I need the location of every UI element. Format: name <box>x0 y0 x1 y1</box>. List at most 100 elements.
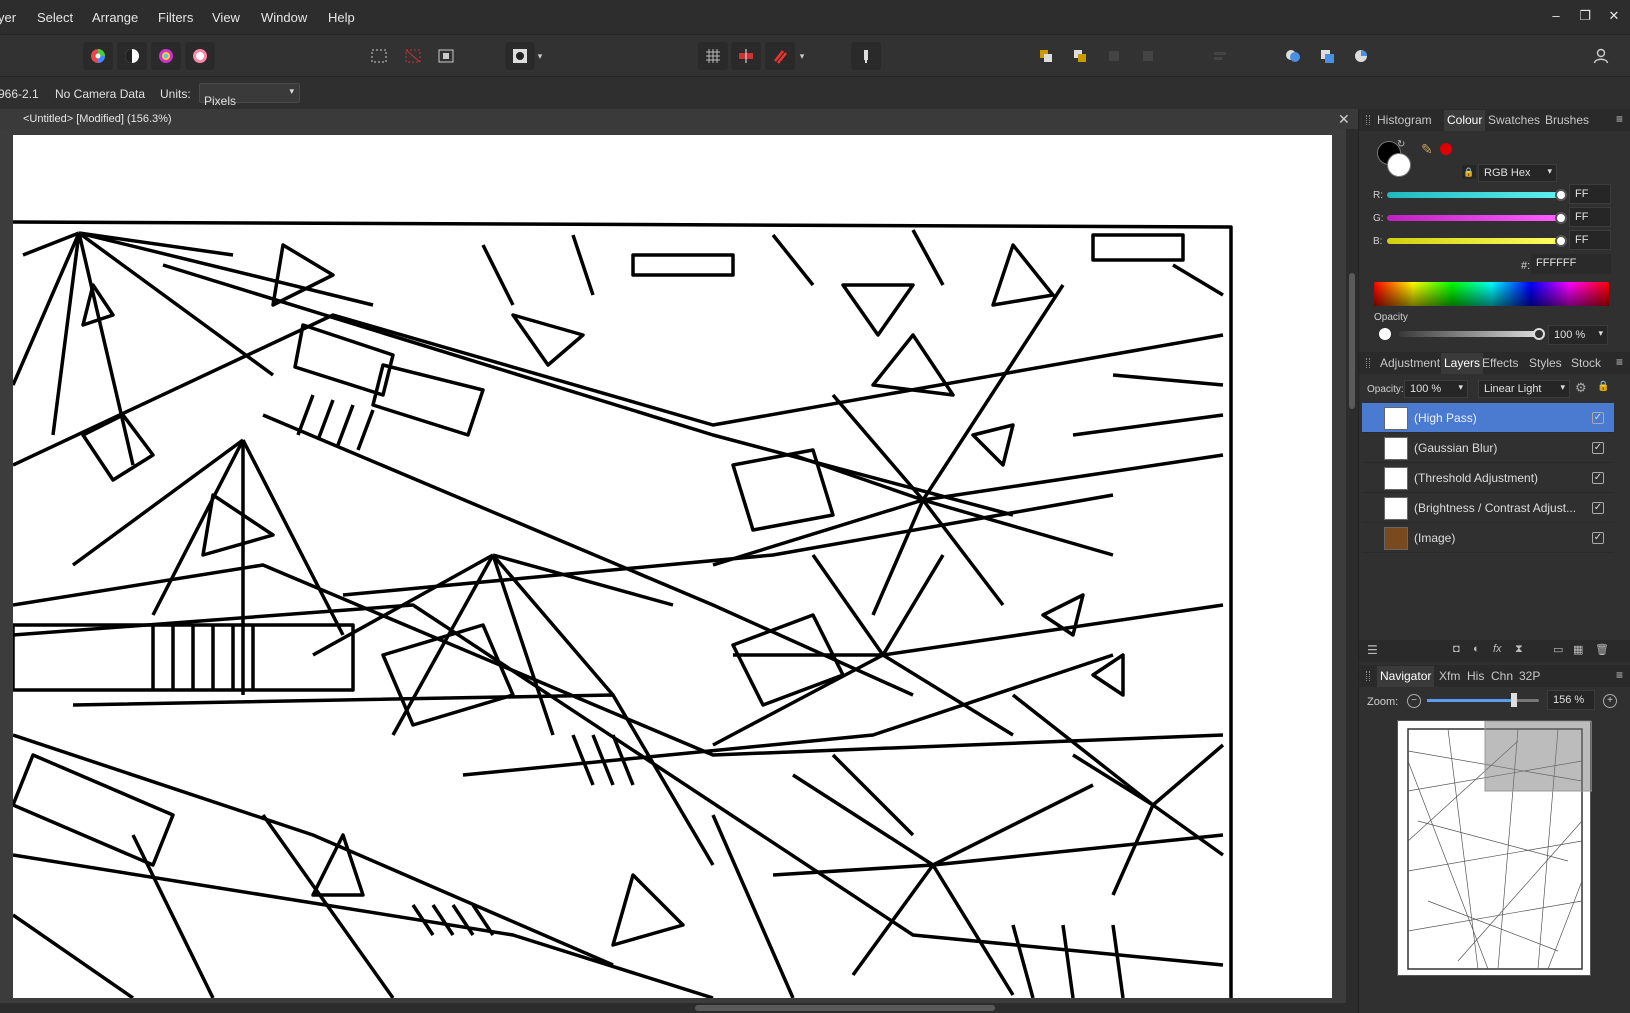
tab-adjustment[interactable]: Adjustment <box>1380 356 1440 370</box>
menu-filters[interactable]: Filters <box>158 10 193 25</box>
tab-xfm[interactable]: Xfm <box>1439 669 1460 683</box>
hex-value-field[interactable]: FFFFFF <box>1531 254 1611 274</box>
vertical-scroll-thumb[interactable] <box>1349 273 1355 409</box>
white-balance-button[interactable] <box>185 42 215 70</box>
arrange-front-button[interactable] <box>1065 42 1095 70</box>
boolean-subtract-button[interactable] <box>1312 42 1342 70</box>
panel-menu-icon[interactable]: ≡ <box>1616 112 1623 126</box>
tab-stock[interactable]: Stock <box>1571 356 1601 370</box>
folder-icon[interactable]: ▭ <box>1553 643 1563 656</box>
channel-g-knob[interactable] <box>1555 212 1567 224</box>
opacity-slider[interactable] <box>1399 331 1539 337</box>
horizontal-scrollbar[interactable] <box>0 1003 1358 1013</box>
blend-mode-select[interactable]: Linear Light ▾ <box>1478 380 1570 398</box>
tab-navigator[interactable]: Navigator <box>1377 666 1435 687</box>
layer-visibility-checkbox[interactable]: ✓ <box>1592 412 1604 424</box>
vertical-scrollbar[interactable] <box>1346 129 1358 1003</box>
units-select[interactable]: Pixels ▾ <box>199 83 300 108</box>
mask-dropdown-button[interactable]: ▾ <box>533 42 547 70</box>
account-button[interactable] <box>1586 42 1616 70</box>
layer-row[interactable]: (Brightness / Contrast Adjust... ✓ <box>1362 493 1614 523</box>
boolean-intersect-button[interactable] <box>1346 42 1376 70</box>
document-tab[interactable]: <Untitled> [Modified] (156.3%) ✕ <box>0 109 1358 129</box>
boolean-add-button[interactable] <box>1278 42 1308 70</box>
channel-r-value[interactable]: FF <box>1569 184 1611 204</box>
colour-mode-select[interactable]: RGB Hex ▾ <box>1478 164 1557 182</box>
swap-colours-icon[interactable]: ↻ <box>1397 139 1405 150</box>
new-layer-icon[interactable]: ▦ <box>1573 643 1583 656</box>
tab-colour[interactable]: Colour <box>1444 110 1486 131</box>
layers-stack-icon[interactable]: ☰ <box>1367 643 1378 657</box>
adjustment-layer-icon[interactable]: ◐ <box>1473 643 1480 655</box>
canvas-document[interactable] <box>13 135 1332 998</box>
zoom-out-icon[interactable]: − <box>1407 694 1421 708</box>
channel-g-value[interactable]: FF <box>1569 207 1611 227</box>
mask-button[interactable] <box>505 42 535 70</box>
close-window-button[interactable]: ✕ <box>1603 8 1625 26</box>
lock-layer-icon[interactable]: 🔒 <box>1597 381 1609 392</box>
tab-chn[interactable]: Chn <box>1491 669 1513 683</box>
opacity-knob[interactable] <box>1533 328 1545 340</box>
tab-his[interactable]: His <box>1467 669 1484 683</box>
arrange-backward-button[interactable] <box>1133 42 1163 70</box>
channel-b-value[interactable]: FF <box>1569 230 1611 250</box>
minimize-button[interactable]: – <box>1545 8 1567 26</box>
panel-menu-icon[interactable]: ≡ <box>1616 355 1623 369</box>
contrast-button[interactable] <box>117 42 147 70</box>
zoom-slider-knob[interactable] <box>1511 693 1518 707</box>
hue-button[interactable] <box>151 42 181 70</box>
snapping-button[interactable] <box>765 42 795 70</box>
panel-grip-icon[interactable] <box>1366 115 1370 125</box>
layer-row[interactable]: (High Pass) ✓ <box>1362 403 1614 433</box>
snapping-dropdown-button[interactable]: ▾ <box>795 42 809 70</box>
layer-visibility-checkbox[interactable]: ✓ <box>1592 502 1604 514</box>
panel-grip-icon[interactable] <box>1366 358 1370 368</box>
gear-icon[interactable]: ⚙ <box>1575 380 1587 396</box>
channel-g-slider[interactable] <box>1387 215 1561 221</box>
fx-icon[interactable]: fx <box>1493 643 1502 655</box>
opacity-value[interactable]: 100 % ▾ <box>1548 325 1608 345</box>
navigator-preview[interactable] <box>1397 720 1593 976</box>
restore-button[interactable]: ❐ <box>1574 8 1596 26</box>
pen-tool-button[interactable] <box>851 42 881 70</box>
tab-32p[interactable]: 32P <box>1519 669 1540 683</box>
layer-row[interactable]: (Image) ✓ <box>1362 523 1614 553</box>
menu-window[interactable]: Window <box>261 10 307 25</box>
tab-swatches[interactable]: Swatches <box>1488 113 1540 127</box>
layer-opacity-select[interactable]: 100 % ▾ <box>1404 380 1468 398</box>
lock-icon[interactable]: 🔒 <box>1462 165 1476 179</box>
channel-b-knob[interactable] <box>1555 235 1567 247</box>
secondary-colour-swatch[interactable] <box>1387 153 1411 177</box>
trash-icon[interactable]: 🗑 <box>1595 643 1609 656</box>
colour-spectrum[interactable] <box>1374 282 1609 306</box>
channel-r-knob[interactable] <box>1555 189 1567 201</box>
tab-histogram[interactable]: Histogram <box>1377 113 1432 127</box>
grid-button[interactable] <box>698 42 728 70</box>
panel-grip-icon[interactable] <box>1366 671 1370 681</box>
colour-swatch-group[interactable]: ↻ <box>1377 139 1413 177</box>
arrange-forward-button[interactable] <box>1099 42 1129 70</box>
horizontal-scroll-thumb[interactable] <box>695 1005 995 1011</box>
deselect-button[interactable] <box>398 42 428 70</box>
panel-menu-icon[interactable]: ≡ <box>1616 668 1623 682</box>
layer-row[interactable]: (Gaussian Blur) ✓ <box>1362 433 1614 463</box>
marquee-select-button[interactable] <box>364 42 394 70</box>
tab-brushes[interactable]: Brushes <box>1545 113 1589 127</box>
align-disabled-button[interactable] <box>1205 42 1235 70</box>
menu-select[interactable]: Select <box>37 10 73 25</box>
menu-view[interactable]: View <box>212 10 240 25</box>
channel-r-slider[interactable] <box>1387 192 1561 198</box>
eyedropper-icon[interactable]: ✎ <box>1421 141 1433 158</box>
tab-effects[interactable]: Effects <box>1482 356 1518 370</box>
layer-visibility-checkbox[interactable]: ✓ <box>1592 442 1604 454</box>
zoom-value[interactable]: 156 % <box>1547 690 1595 710</box>
canvas-area[interactable] <box>0 129 1346 1003</box>
layer-visibility-checkbox[interactable]: ✓ <box>1592 532 1604 544</box>
tab-layers[interactable]: Layers <box>1441 353 1484 374</box>
live-filter-icon[interactable]: ⧗ <box>1515 643 1523 656</box>
channel-b-slider[interactable] <box>1387 238 1561 244</box>
colour-wheel-button[interactable] <box>83 42 113 70</box>
layer-row[interactable]: (Threshold Adjustment) ✓ <box>1362 463 1614 493</box>
mask-layer-icon[interactable]: ◘ <box>1453 643 1460 655</box>
tab-styles[interactable]: Styles <box>1529 356 1562 370</box>
